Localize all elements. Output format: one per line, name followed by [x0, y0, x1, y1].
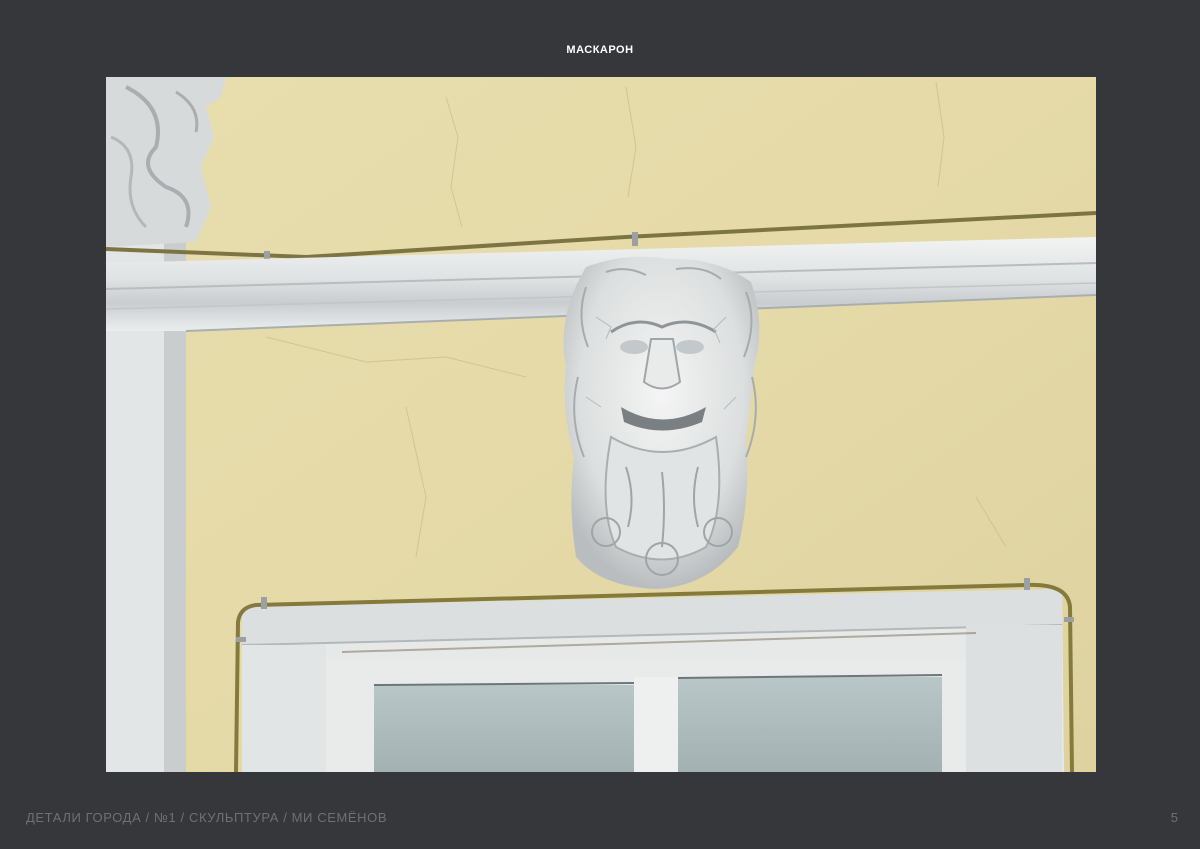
window-frame [241, 589, 1064, 772]
photo-illustration [106, 77, 1096, 772]
page-number: 5 [1170, 810, 1178, 825]
mascaron-lion-head [563, 256, 760, 589]
footer-caption: ДЕТАЛИ ГОРОДА / №1 / СКУЛЬПТУРА / МИ СЕМ… [26, 810, 388, 825]
page-title: МАСКАРОН [566, 44, 634, 56]
photo [106, 77, 1096, 772]
